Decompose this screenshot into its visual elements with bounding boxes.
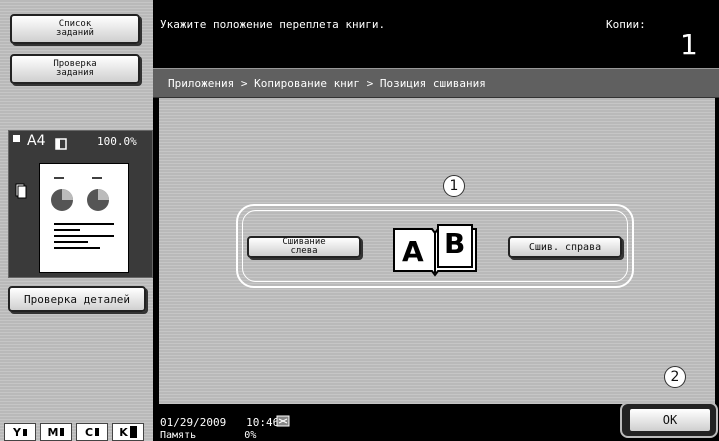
- check-details-button[interactable]: Проверка деталей: [8, 286, 146, 312]
- toner-label-k: K: [119, 425, 128, 439]
- toner-level-c: C: [76, 423, 108, 441]
- toner-bar-y: [22, 428, 27, 436]
- memory-label: Память: [160, 430, 197, 441]
- status-datetime: 01/29/2009 10:46: [160, 416, 279, 429]
- toner-bar-k: [129, 426, 137, 438]
- binding-right-button[interactable]: Сшив. справа: [508, 236, 622, 258]
- book-left-letter: A: [402, 235, 424, 268]
- toner-label-c: C: [84, 425, 94, 439]
- status-memory: Память 0%: [160, 430, 256, 441]
- toner-level-k: K: [112, 423, 144, 441]
- memory-value: 0%: [244, 430, 257, 441]
- status-date: 01/29/2009: [160, 416, 227, 429]
- toner-bar-c: [95, 428, 100, 436]
- toner-label-m: M: [47, 425, 59, 439]
- stack-icon: [15, 183, 27, 203]
- zoom-ratio: 100.0%: [97, 135, 137, 148]
- toner-level-y: Y: [4, 423, 36, 441]
- instruction-message: Укажите положение переплета книги.: [160, 18, 386, 31]
- callout-1: 1: [443, 175, 465, 197]
- ok-button[interactable]: OK: [628, 407, 712, 433]
- copies-value: 1: [680, 28, 698, 61]
- copies-label: Копии:: [606, 18, 646, 31]
- preview-indicator-icon: [13, 135, 20, 142]
- paper-size: A4: [27, 133, 46, 149]
- toner-level-m: M: [40, 423, 72, 441]
- job-list-button[interactable]: Список заданий: [10, 14, 140, 44]
- binding-left-button[interactable]: Сшивание слева: [247, 236, 361, 258]
- orientation-icon: [55, 135, 67, 154]
- status-time: 10:46: [246, 416, 280, 429]
- copy-preview: A4 100.0%: [8, 130, 153, 278]
- callout-2: 2: [664, 366, 686, 388]
- breadcrumb: Приложения > Копирование книг > Позиция …: [168, 77, 486, 90]
- network-icon: [276, 412, 290, 431]
- book-right-letter: B: [444, 227, 466, 260]
- toner-bar-m: [60, 428, 65, 436]
- open-book-icon: A B: [390, 221, 480, 279]
- job-check-button[interactable]: Проверка задания: [10, 54, 140, 84]
- toner-label-y: Y: [13, 425, 21, 439]
- page-thumbnail: [39, 163, 129, 273]
